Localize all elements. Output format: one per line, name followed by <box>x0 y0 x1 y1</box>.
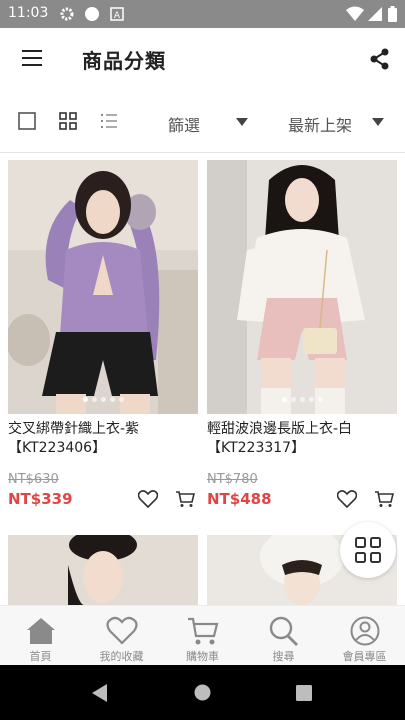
sale-price: NT$339 <box>8 490 73 508</box>
grid-view-icon[interactable] <box>59 112 77 130</box>
nav-favorites[interactable]: 我的收藏 <box>81 606 162 666</box>
original-price: NT$630 <box>8 472 59 487</box>
menu-icon[interactable] <box>22 50 42 66</box>
sale-price: NT$488 <box>207 490 272 508</box>
nav-home[interactable]: 首頁 <box>0 606 81 666</box>
add-to-cart-icon[interactable] <box>175 490 195 508</box>
filter-dropdown[interactable]: 篩選 <box>168 112 200 136</box>
home-icon <box>27 618 55 644</box>
status-bar: 11:03 A <box>0 0 405 28</box>
cart-icon <box>188 617 219 645</box>
product-image[interactable] <box>8 535 198 605</box>
settings-icon <box>60 7 74 21</box>
divider <box>0 152 405 153</box>
nav-label: 購物車 <box>186 650 219 663</box>
back-icon[interactable] <box>92 684 108 702</box>
nav-cart[interactable]: 購物車 <box>162 606 243 666</box>
signal-icon <box>368 7 382 21</box>
search-icon <box>269 616 298 646</box>
bottom-navigation: 首頁 我的收藏 購物車 搜尋 會員專區 <box>0 605 405 665</box>
status-time: 11:03 <box>8 5 49 21</box>
share-icon[interactable] <box>370 48 390 70</box>
sort-dropdown[interactable]: 最新上架 <box>288 112 352 136</box>
caret-down-icon[interactable] <box>372 118 384 126</box>
carousel-dots <box>8 387 198 406</box>
product-image[interactable] <box>207 160 397 414</box>
heart-icon <box>106 616 138 645</box>
caret-down-icon[interactable] <box>236 118 248 126</box>
nav-label: 我的收藏 <box>99 650 144 663</box>
circle-icon <box>85 7 99 21</box>
nav-label: 首頁 <box>29 650 52 663</box>
recents-icon[interactable] <box>296 685 312 701</box>
a-icon: A <box>110 7 124 21</box>
product-card[interactable]: 輕甜波浪邊長版上衣-白【KT223317】 NT$780 NT$488 <box>207 160 397 508</box>
favorite-heart-icon[interactable] <box>138 490 158 508</box>
add-to-cart-icon[interactable] <box>374 490 394 508</box>
carousel-dots <box>207 387 397 406</box>
nav-label: 會員專區 <box>342 650 387 663</box>
original-price: NT$780 <box>207 472 258 487</box>
page-title: 商品分類 <box>82 49 166 73</box>
system-navigation-bar <box>0 665 405 720</box>
member-icon <box>350 616 380 646</box>
favorite-heart-icon[interactable] <box>337 490 357 508</box>
svg-text:A: A <box>114 11 121 21</box>
home-circle-icon[interactable] <box>194 684 211 701</box>
app-bar: 商品分類 <box>0 28 405 90</box>
wifi-icon <box>346 6 364 21</box>
nav-search[interactable]: 搜尋 <box>243 606 324 666</box>
filter-toolbar: 篩選 最新上架 <box>0 100 405 144</box>
product-image[interactable] <box>8 160 198 414</box>
battery-icon <box>388 6 397 22</box>
product-name[interactable]: 交叉綁帶針織上衣-紫【KT223406】 <box>8 420 198 460</box>
list-view-icon[interactable] <box>100 112 118 130</box>
nav-label: 搜尋 <box>272 650 295 663</box>
checkbox-icon[interactable] <box>18 112 36 130</box>
category-grid-button[interactable] <box>340 522 396 578</box>
nav-member[interactable]: 會員專區 <box>324 606 405 666</box>
grid-icon <box>355 537 381 563</box>
product-name[interactable]: 輕甜波浪邊長版上衣-白【KT223317】 <box>207 420 397 460</box>
product-card[interactable]: 交叉綁帶針織上衣-紫【KT223406】 NT$630 NT$339 <box>8 160 198 508</box>
